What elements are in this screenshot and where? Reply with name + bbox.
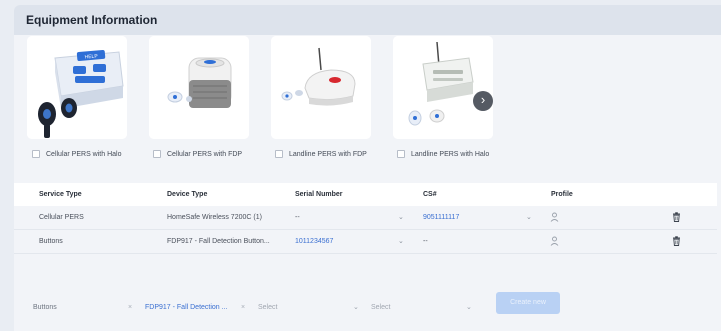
chevron-down-icon[interactable]: ⌄ xyxy=(398,237,404,245)
chevron-right-icon: › xyxy=(480,92,486,107)
svg-text:HELP: HELP xyxy=(84,53,98,60)
option-landline-halo[interactable]: Landline PERS with Halo xyxy=(397,148,489,160)
clear-icon[interactable]: × xyxy=(128,304,132,311)
table-row: Cellular PERS HomeSafe Wireless 7200C (1… xyxy=(14,206,717,230)
chevron-down-icon[interactable]: ⌄ xyxy=(526,213,532,221)
column-header-serial-number: Serial Number xyxy=(295,191,343,198)
option-label: Landline PERS with FDP xyxy=(289,150,367,158)
equipment-table-header: Service Type Device Type Serial Number C… xyxy=(14,183,717,206)
option-landline-fdp[interactable]: Landline PERS with FDP xyxy=(275,148,367,160)
cell-device-type: HomeSafe Wireless 7200C (1) xyxy=(167,214,262,221)
clear-icon[interactable]: × xyxy=(241,304,245,311)
checkbox[interactable] xyxy=(153,150,161,158)
cell-service-type: Cellular PERS xyxy=(39,214,84,221)
trash-icon[interactable] xyxy=(672,236,681,246)
cell-device-type: FDP917 - Fall Detection Button... xyxy=(167,238,270,245)
option-label: Landline PERS with Halo xyxy=(411,150,490,158)
landline-fdp-image xyxy=(271,36,371,139)
panel-header: Equipment Information xyxy=(14,5,721,35)
user-icon[interactable] xyxy=(550,212,559,222)
trash-icon[interactable] xyxy=(672,212,681,222)
cs-number-select[interactable]: -- xyxy=(423,238,428,245)
product-card-cellular-fdp[interactable] xyxy=(149,36,249,139)
cell-service-type: Buttons xyxy=(39,238,63,245)
service-type-select[interactable]: Buttons xyxy=(33,304,57,311)
chevron-down-icon[interactable]: ⌄ xyxy=(466,303,472,311)
cellular-halo-image: HELP xyxy=(27,36,127,139)
page-title: Equipment Information xyxy=(26,13,158,27)
checkbox[interactable] xyxy=(397,150,405,158)
create-new-button[interactable]: Create new xyxy=(496,292,560,314)
table-row: Buttons FDP917 - Fall Detection Button..… xyxy=(14,230,717,254)
product-card-landline-halo[interactable] xyxy=(393,36,493,139)
column-header-cs: CS# xyxy=(423,191,437,198)
product-card-landline-fdp[interactable] xyxy=(271,36,371,139)
option-label: Cellular PERS with FDP xyxy=(167,150,243,158)
select-placeholder-1[interactable]: Select xyxy=(258,304,277,311)
chevron-down-icon[interactable]: ⌄ xyxy=(353,303,359,311)
carousel-next-button[interactable]: › xyxy=(473,91,493,111)
device-type-select[interactable]: FDP917 - Fall Detection ... xyxy=(145,304,227,311)
column-header-device-type: Device Type xyxy=(167,191,208,198)
serial-number-select[interactable]: -- xyxy=(295,214,300,221)
option-label: Cellular PERS with Halo xyxy=(46,150,122,158)
serial-number-select[interactable]: 1011234567 xyxy=(295,238,333,245)
chevron-down-icon[interactable]: ⌄ xyxy=(398,213,404,221)
column-header-service-type: Service Type xyxy=(39,191,82,198)
product-card-cellular-halo[interactable]: HELP xyxy=(27,36,127,139)
option-cellular-halo[interactable]: Cellular PERS with Halo xyxy=(32,148,121,160)
column-header-profile: Profile xyxy=(551,191,573,198)
option-cellular-fdp[interactable]: Cellular PERS with FDP xyxy=(153,148,242,160)
checkbox[interactable] xyxy=(32,150,40,158)
user-icon[interactable] xyxy=(550,236,559,246)
select-placeholder-2[interactable]: Select xyxy=(371,304,390,311)
cellular-fdp-image xyxy=(149,36,249,139)
landline-halo-image xyxy=(393,36,493,139)
cs-number-select[interactable]: 9051111117 xyxy=(423,214,459,221)
checkbox[interactable] xyxy=(275,150,283,158)
